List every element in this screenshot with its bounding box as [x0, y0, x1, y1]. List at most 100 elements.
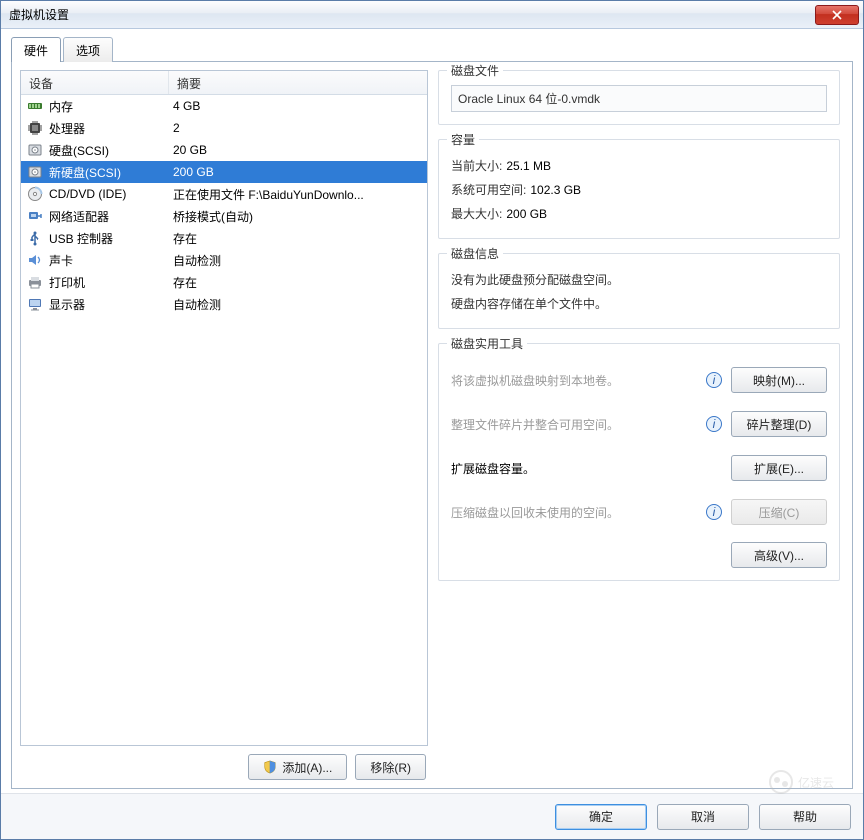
hardware-table: 设备 摘要 内存4 GB处理器2硬盘(SCSI)20 GB新硬盘(SCSI)20…: [20, 70, 428, 746]
group-disk-info: 磁盘信息 没有为此硬盘预分配磁盘空间。 硬盘内容存储在单个文件中。: [438, 253, 840, 329]
hardware-device-label: 显示器: [49, 296, 85, 313]
detail-pane: 磁盘文件 Oracle Linux 64 位-0.vmdk 容量 当前大小:25…: [438, 70, 844, 780]
hardware-summary-cell: 存在: [169, 230, 427, 247]
hardware-device-cell: 显示器: [21, 296, 169, 313]
info-icon[interactable]: i: [705, 415, 723, 433]
help-button-label: 帮助: [793, 808, 817, 825]
display-icon: [27, 296, 43, 312]
tab-options-label: 选项: [76, 44, 100, 58]
hardware-row[interactable]: 处理器 2: [21, 117, 427, 139]
titlebar[interactable]: 虚拟机设置: [1, 1, 863, 29]
advanced-button[interactable]: 高级(V)...: [731, 542, 827, 568]
tabs: 硬件 选项: [11, 37, 853, 61]
hardware-buttons: 添加(A)... 移除(R): [20, 746, 428, 780]
capacity-current: 当前大小:25.1 MB: [451, 154, 827, 178]
hardware-row[interactable]: 硬盘(SCSI)20 GB: [21, 139, 427, 161]
hardware-row[interactable]: 显示器自动检测: [21, 293, 427, 315]
sound-icon: [27, 252, 43, 268]
hardware-row[interactable]: CD/DVD (IDE) 正在使用文件 F:\BaiduYunDownlo...: [21, 183, 427, 205]
hardware-device-cell: 处理器: [21, 120, 169, 137]
usb-icon: [27, 230, 43, 246]
compact-button[interactable]: 压缩(C): [731, 499, 827, 525]
group-capacity-title: 容量: [447, 131, 479, 148]
window-title: 虚拟机设置: [9, 6, 815, 23]
disk-info-line1: 没有为此硬盘预分配磁盘空间。: [451, 268, 827, 292]
disk-file-field[interactable]: Oracle Linux 64 位-0.vmdk: [451, 85, 827, 112]
capacity-max-value: 200 GB: [506, 202, 547, 226]
capacity-free-value: 102.3 GB: [530, 178, 581, 202]
hardware-row[interactable]: 打印机存在: [21, 271, 427, 293]
defrag-button[interactable]: 碎片整理(D): [731, 411, 827, 437]
hardware-summary-cell: 桥接模式(自动): [169, 208, 427, 225]
capacity-max-label: 最大大小:: [451, 202, 502, 226]
remove-button[interactable]: 移除(R): [355, 754, 426, 780]
cancel-button-label: 取消: [691, 808, 715, 825]
info-icon[interactable]: i: [705, 371, 723, 389]
hardware-device-cell: 内存: [21, 98, 169, 115]
hardware-row[interactable]: 网络适配器 桥接模式(自动): [21, 205, 427, 227]
info-icon[interactable]: i: [705, 503, 723, 521]
group-disk-file-title: 磁盘文件: [447, 62, 503, 79]
memory-icon: [27, 98, 43, 114]
hardware-summary-cell: 自动检测: [169, 252, 427, 269]
hardware-device-label: CD/DVD (IDE): [49, 187, 126, 201]
util-map-text: 将该虚拟机磁盘映射到本地卷。: [451, 372, 697, 389]
hardware-device-label: 新硬盘(SCSI): [49, 164, 121, 181]
util-expand-text: 扩展磁盘容量。: [451, 460, 697, 477]
add-button-label: 添加(A)...: [282, 759, 332, 776]
capacity-current-value: 25.1 MB: [506, 154, 551, 178]
util-compact-text: 压缩磁盘以回收未使用的空间。: [451, 504, 697, 521]
dialog-body: 硬件 选项 设备 摘要 内存4 GB处理器2硬盘(SCSI)20 GB新硬盘(S…: [1, 29, 863, 793]
close-button[interactable]: [815, 5, 859, 25]
tab-options[interactable]: 选项: [63, 37, 113, 62]
hardware-device-cell: 声卡: [21, 252, 169, 269]
map-button[interactable]: 映射(M)...: [731, 367, 827, 393]
hardware-list-pane: 设备 摘要 内存4 GB处理器2硬盘(SCSI)20 GB新硬盘(SCSI)20…: [20, 70, 428, 780]
capacity-free: 系统可用空间:102.3 GB: [451, 178, 827, 202]
hardware-device-label: 网络适配器: [49, 208, 109, 225]
capacity-max: 最大大小:200 GB: [451, 202, 827, 226]
util-compact-row: 压缩磁盘以回收未使用的空间。 i 压缩(C): [451, 490, 827, 534]
hardware-summary-cell: 20 GB: [169, 143, 427, 157]
col-device[interactable]: 设备: [21, 71, 169, 94]
help-button[interactable]: 帮助: [759, 804, 851, 830]
disk-icon: [27, 142, 43, 158]
hardware-summary-cell: 正在使用文件 F:\BaiduYunDownlo...: [169, 186, 427, 203]
col-summary[interactable]: 摘要: [169, 71, 427, 94]
cancel-button[interactable]: 取消: [657, 804, 749, 830]
group-utilities-title: 磁盘实用工具: [447, 335, 527, 352]
shield-icon: [263, 760, 277, 774]
hardware-device-label: USB 控制器: [49, 230, 113, 247]
vm-settings-window: 虚拟机设置 硬件 选项 设备 摘要 内存4 GB 处理器 2 硬盘(SCSI)20 G…: [0, 0, 864, 840]
hardware-device-cell: 新硬盘(SCSI): [21, 164, 169, 181]
group-disk-file: 磁盘文件 Oracle Linux 64 位-0.vmdk: [438, 70, 840, 125]
capacity-free-label: 系统可用空间:: [451, 178, 526, 202]
watermark: 亿速云: [768, 767, 858, 800]
cpu-icon: [27, 120, 43, 136]
hardware-row[interactable]: 声卡 自动检测: [21, 249, 427, 271]
tab-hardware-label: 硬件: [24, 44, 48, 58]
hardware-device-label: 处理器: [49, 120, 85, 137]
tab-hardware[interactable]: 硬件: [11, 37, 61, 62]
hardware-row[interactable]: 内存4 GB: [21, 95, 427, 117]
capacity-current-label: 当前大小:: [451, 154, 502, 178]
util-map-row: 将该虚拟机磁盘映射到本地卷。 i 映射(M)...: [451, 358, 827, 402]
svg-text:i: i: [713, 373, 716, 387]
hardware-header: 设备 摘要: [21, 71, 427, 95]
hardware-summary-cell: 4 GB: [169, 99, 427, 113]
hardware-row[interactable]: 新硬盘(SCSI)200 GB: [21, 161, 427, 183]
hardware-device-cell: USB 控制器: [21, 230, 169, 247]
svg-text:i: i: [713, 417, 716, 431]
cd-icon: [27, 186, 43, 202]
svg-text:i: i: [713, 505, 716, 519]
hardware-summary-cell: 2: [169, 121, 427, 135]
hardware-device-label: 声卡: [49, 252, 73, 269]
group-disk-info-title: 磁盘信息: [447, 245, 503, 262]
ok-button-label: 确定: [589, 808, 613, 825]
util-defrag-text: 整理文件碎片并整合可用空间。: [451, 416, 697, 433]
ok-button[interactable]: 确定: [555, 804, 647, 830]
expand-button[interactable]: 扩展(E)...: [731, 455, 827, 481]
hardware-row[interactable]: USB 控制器 存在: [21, 227, 427, 249]
net-icon: [27, 208, 43, 224]
add-button[interactable]: 添加(A)...: [248, 754, 347, 780]
